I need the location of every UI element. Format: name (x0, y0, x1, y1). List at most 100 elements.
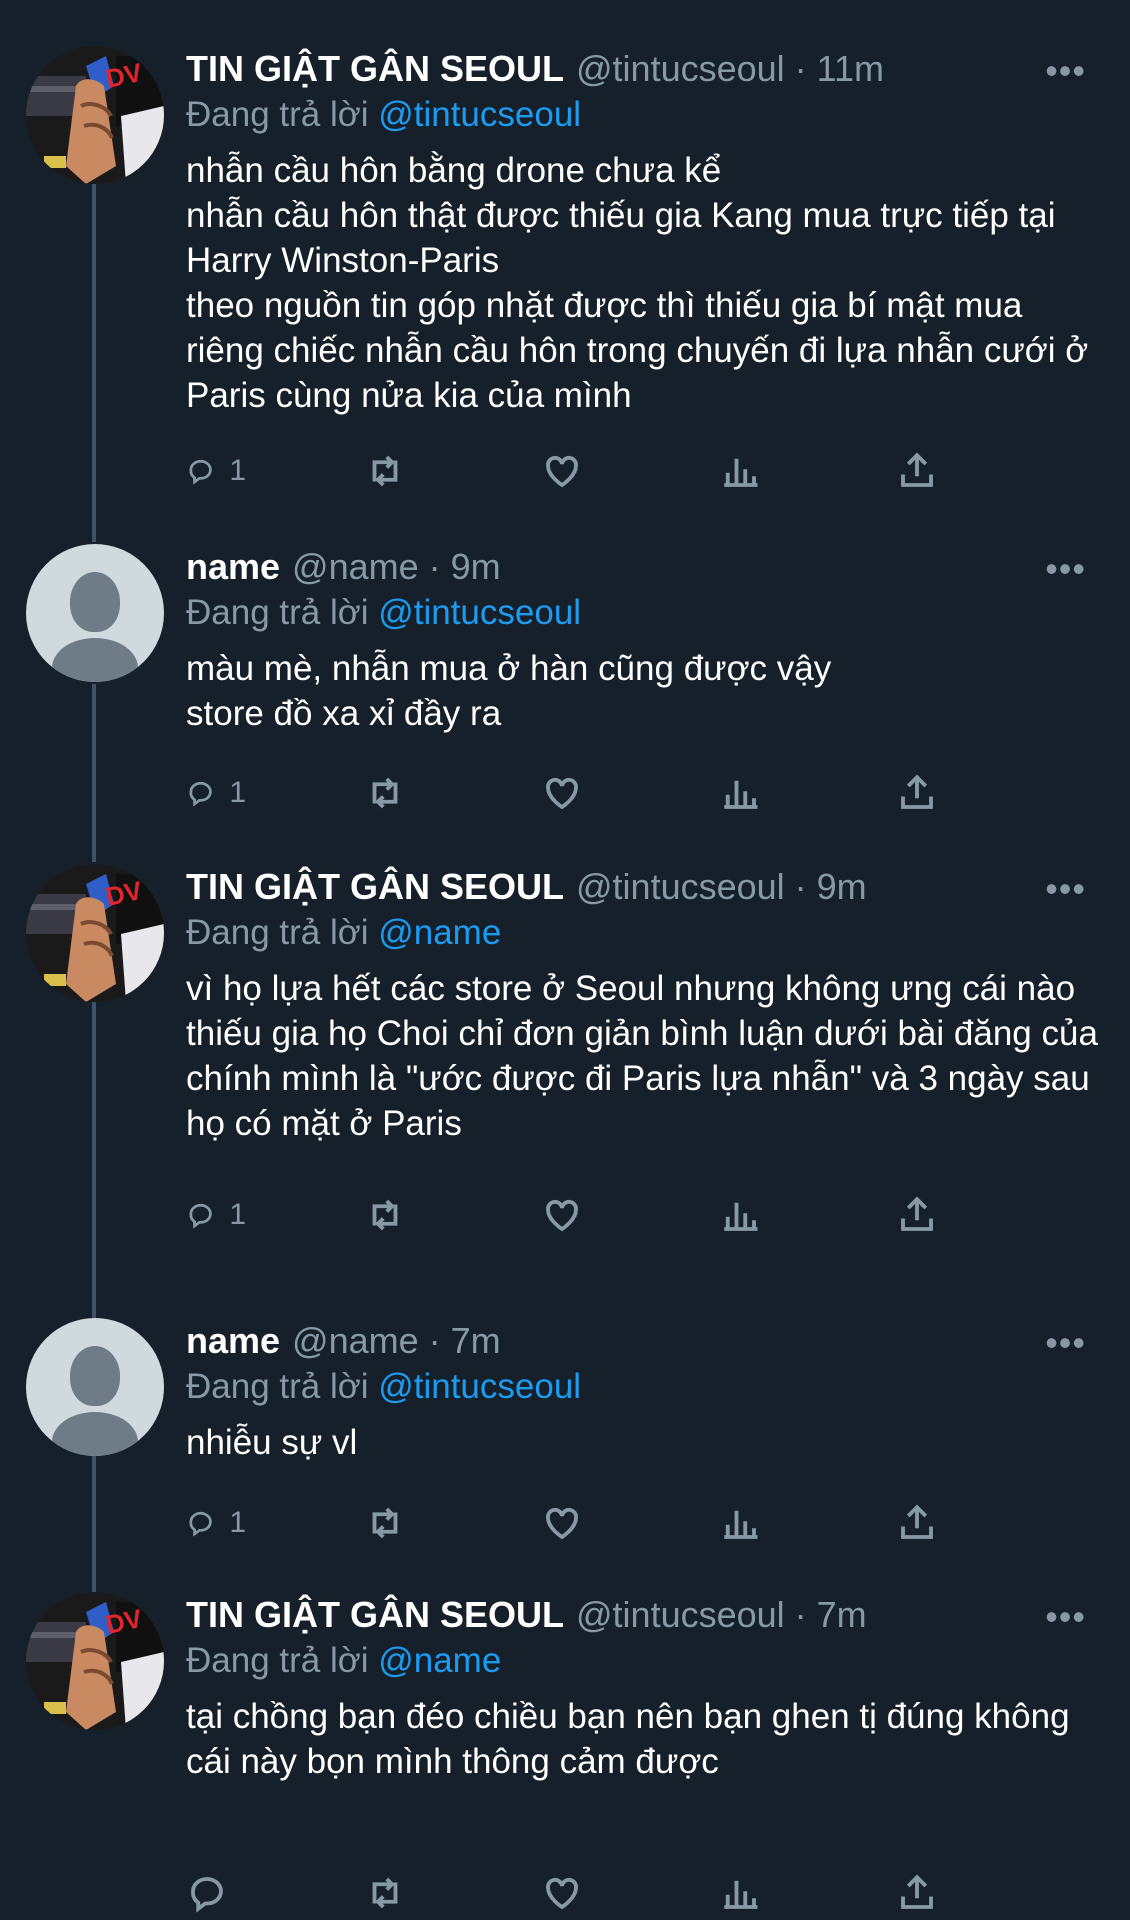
tweet-content: TIN GIẬT GÂN SEOUL @tintucseoul · 7m •••… (186, 1592, 1106, 1784)
analytics-icon (723, 1880, 757, 1909)
reply-count: 1 (229, 776, 246, 809)
reply-button[interactable]: 1 (186, 1194, 246, 1236)
reply-button[interactable]: 1 (186, 772, 246, 814)
heart-icon (546, 777, 578, 810)
handle-time: @name · 7m (292, 1320, 501, 1361)
tweet-actions: 1 (186, 1502, 956, 1544)
tweet-header: TIN GIẬT GÂN SEOUL @tintucseoul · 11m (186, 46, 1106, 92)
tweet-actions: 1 (186, 450, 956, 492)
analytics-icon (723, 780, 757, 809)
like-button[interactable] (541, 1502, 601, 1544)
display-name[interactable]: name (186, 1320, 280, 1362)
display-name[interactable]: TIN GIẬT GÂN SEOUL (186, 48, 564, 90)
reply-prefix: Đang trả lời (186, 1641, 369, 1680)
analytics-icon (723, 1202, 757, 1231)
share-button[interactable] (896, 450, 956, 492)
analytics-button[interactable] (719, 450, 779, 492)
reply-context: Đang trả lời @name (186, 1638, 1106, 1684)
handle-time: @tintucseoul · 9m (576, 866, 867, 907)
tweet-text: màu mè, nhẫn mua ở hàn cũng được vậy sto… (186, 649, 832, 733)
thread-line (92, 1456, 96, 1592)
reply-mention-link[interactable]: @name (378, 913, 501, 952)
tweet-content: name @name · 7m ••• Đang trả lời @tintuc… (186, 1318, 1106, 1465)
share-button[interactable] (896, 772, 956, 814)
analytics-button[interactable] (719, 1872, 779, 1914)
reply-mention-link[interactable]: @tintucseoul (378, 593, 581, 632)
reply-button[interactable]: 1 (186, 450, 246, 492)
page-avatar-photo: DV (26, 1592, 164, 1730)
reply-context: Đang trả lời @tintucseoul (186, 590, 1106, 636)
avatar[interactable] (26, 544, 164, 682)
reply-prefix: Đang trả lời (186, 1367, 369, 1406)
reply-count: 1 (229, 1198, 246, 1231)
retweet-icon (372, 1199, 397, 1231)
reply-count: 1 (229, 454, 246, 487)
tweet-actions (186, 1872, 956, 1914)
retweet-button[interactable] (364, 450, 424, 492)
analytics-button[interactable] (719, 1502, 779, 1544)
display-name[interactable]: TIN GIẬT GÂN SEOUL (186, 866, 564, 908)
more-options-icon[interactable]: ••• (1045, 548, 1086, 590)
more-options-icon[interactable]: ••• (1045, 50, 1086, 92)
share-button[interactable] (896, 1872, 956, 1914)
tweet-text: vì họ lựa hết các store ở Seoul nhưng kh… (186, 969, 1098, 1143)
reply-mention-link[interactable]: @tintucseoul (378, 1367, 581, 1406)
tweet-content: name @name · 9m ••• Đang trả lời @tintuc… (186, 544, 1106, 736)
tweet-header: name @name · 9m (186, 544, 1106, 590)
reply-mention-link[interactable]: @name (378, 1641, 501, 1680)
display-name[interactable]: TIN GIẬT GÂN SEOUL (186, 1594, 564, 1636)
reply-icon (189, 1511, 212, 1537)
avatar[interactable]: DV (26, 1592, 164, 1730)
reply-prefix: Đang trả lời (186, 913, 369, 952)
reply-button[interactable] (186, 1872, 246, 1914)
like-button[interactable] (541, 1872, 601, 1914)
share-button[interactable] (896, 1194, 956, 1236)
reply-mention-link[interactable]: @tintucseoul (378, 95, 581, 134)
more-options-icon[interactable]: ••• (1045, 1322, 1086, 1364)
retweet-button[interactable] (364, 1502, 424, 1544)
avatar[interactable] (26, 1318, 164, 1456)
retweet-icon (372, 1877, 397, 1909)
reply-count: 1 (229, 1506, 246, 1539)
share-icon (901, 774, 933, 809)
retweet-icon (372, 1507, 397, 1539)
heart-icon (546, 1199, 578, 1232)
retweet-icon (372, 777, 397, 809)
reply-icon (189, 781, 212, 807)
reply-thread: DV TIN GIẬT GÂN SEOUL @tintucseoul · 11m… (0, 0, 1130, 1920)
like-button[interactable] (541, 450, 601, 492)
like-button[interactable] (541, 1194, 601, 1236)
thread-line (92, 1000, 96, 1318)
reply-context: Đang trả lời @tintucseoul (186, 92, 1106, 138)
reply-prefix: Đang trả lời (186, 95, 369, 134)
tweet-text: nhẫn cầu hôn bằng drone chưa kể nhẫn cầu… (186, 151, 1089, 415)
default-avatar-icon (70, 572, 120, 632)
analytics-button[interactable] (719, 1194, 779, 1236)
display-name[interactable]: name (186, 546, 280, 588)
retweet-button[interactable] (364, 1872, 424, 1914)
analytics-button[interactable] (719, 772, 779, 814)
tweet-actions: 1 (186, 772, 956, 814)
more-options-icon[interactable]: ••• (1045, 1596, 1086, 1638)
reply-button[interactable]: 1 (186, 1502, 246, 1544)
retweet-button[interactable] (364, 772, 424, 814)
tweet-text: tại chồng bạn đéo chiều bạn nên bạn ghen… (186, 1697, 1070, 1781)
analytics-icon (723, 458, 757, 487)
more-options-icon[interactable]: ••• (1045, 868, 1086, 910)
thread-line (92, 684, 96, 862)
reply-context: Đang trả lời @name (186, 910, 1106, 956)
avatar[interactable]: DV (26, 46, 164, 184)
tweet-header: name @name · 7m (186, 1318, 1106, 1364)
retweet-button[interactable] (364, 1194, 424, 1236)
page-avatar-photo: DV (26, 46, 164, 184)
share-icon (901, 1874, 933, 1909)
reply-context: Đang trả lời @tintucseoul (186, 1364, 1106, 1410)
share-button[interactable] (896, 1502, 956, 1544)
tweet-content: TIN GIẬT GÂN SEOUL @tintucseoul · 11m ••… (186, 46, 1106, 418)
handle-time: @tintucseoul · 11m (576, 48, 885, 89)
tweet-actions: 1 (186, 1194, 956, 1236)
like-button[interactable] (541, 772, 601, 814)
thread-line (92, 178, 96, 542)
avatar[interactable]: DV (26, 864, 164, 1002)
tweet-header: TIN GIẬT GÂN SEOUL @tintucseoul · 7m (186, 1592, 1106, 1638)
